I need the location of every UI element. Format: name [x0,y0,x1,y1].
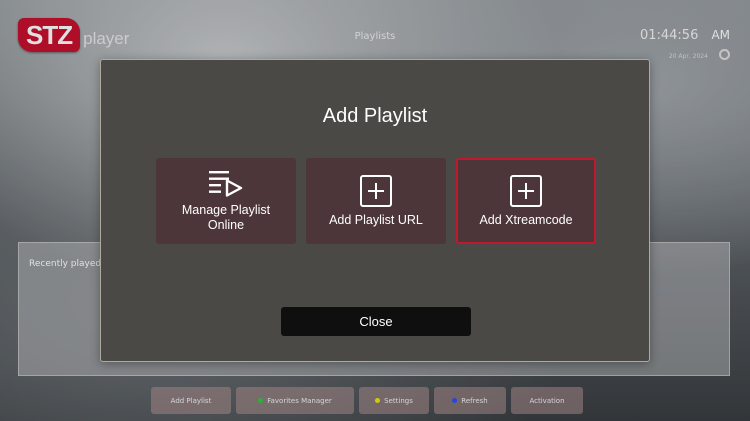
close-button[interactable]: Close [281,307,471,336]
manage-playlist-online-button[interactable]: Manage Playlist Online [156,158,296,244]
add-xtreamcode-label: Add Xtreamcode [479,212,573,227]
add-playlist-url-button[interactable]: Add Playlist URL [306,158,446,244]
plus-box-icon [360,174,392,207]
manage-playlist-online-label: Manage Playlist Online [181,203,271,232]
add-xtreamcode-button[interactable]: Add Xtreamcode [456,158,596,244]
add-playlist-dialog: Add Playlist Manage Playlist Online Add … [100,59,650,362]
plus-box-icon [510,174,542,207]
dialog-title: Add Playlist [322,105,428,127]
playlist-play-icon [209,171,243,197]
add-playlist-url-label: Add Playlist URL [329,212,423,227]
